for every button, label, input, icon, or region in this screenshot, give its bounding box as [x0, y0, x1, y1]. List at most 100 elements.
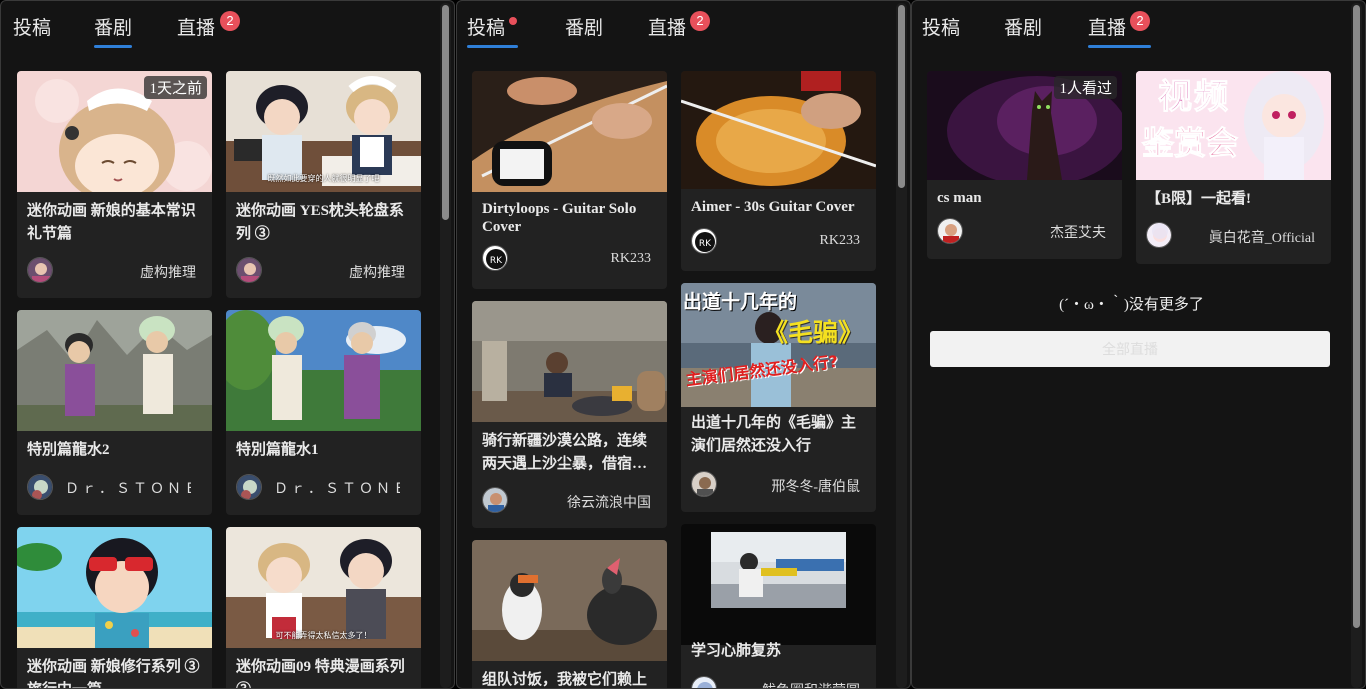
scrollbar-thumb[interactable] [898, 5, 905, 188]
scrollbar-thumb[interactable] [1353, 5, 1360, 628]
avatar [27, 257, 53, 283]
video-thumbnail [17, 527, 212, 648]
viewers-overlay: 1人看过 [1054, 76, 1117, 99]
video-subtitle: 可不能弄得太私信太多了！ [275, 631, 372, 640]
video-card[interactable]: 可不能弄得太私信太多了！ 迷你动画09 特典漫画系列 ③ [226, 527, 421, 688]
no-more-text: (´・ω・｀)没有更多了 [1059, 297, 1204, 313]
video-title: 特別篇龍水1 [236, 442, 319, 458]
scrollbar-thumb[interactable] [442, 5, 449, 220]
author-name: 眞白花音_Official [1208, 231, 1315, 246]
video-card[interactable]: 特別篇龍水2 Ｄｒ．ＳＴＯＮＥ（新 [17, 310, 212, 515]
tab-live[interactable]: 直播 2 [1088, 11, 1152, 49]
avatar: RK [691, 228, 717, 254]
panel-3: 投稿 番剧 直播 2 1人看过 cs man 杰歪艾夫 视频 鉴赏会 【B限】一… [911, 0, 1366, 689]
avatar [236, 257, 262, 283]
tab-submissions[interactable]: 投稿 [13, 13, 51, 49]
video-thumbnail [17, 310, 212, 431]
tab-label: 番剧 [565, 18, 604, 39]
avatar [937, 218, 963, 244]
tab-label: 番剧 [1004, 18, 1043, 39]
author-name: Ｄｒ．ＳＴＯＮＥ（新 [274, 482, 400, 497]
active-tab-indicator [467, 45, 519, 48]
avatar [691, 471, 717, 497]
notification-badge: 2 [1130, 11, 1150, 31]
thumbnail-caption: 鉴赏会 [1141, 124, 1239, 162]
video-title: 特別篇龍水2 [27, 442, 110, 458]
all-live-button[interactable]: 全部直播 [930, 331, 1330, 367]
tab-label: 投稿 [922, 18, 961, 39]
avatar [236, 474, 262, 500]
tab-label: 直播 [1088, 18, 1127, 39]
active-tab-indicator [1088, 45, 1152, 48]
live-title: 【B限】一起看! [1146, 191, 1252, 207]
video-thumbnail [681, 524, 876, 645]
panel-2: 投稿 番剧 直播 2 Dirtyloops - Guitar Solo Cover… [456, 0, 911, 689]
video-title: 迷你动画 新娘修行系列 ③ 旅行中一篇 [27, 659, 200, 688]
tab-submissions[interactable]: 投稿 [467, 13, 519, 49]
video-thumbnail [472, 540, 667, 661]
video-card[interactable]: 1天之前 迷你动画 新娘的基本常识礼节篇 虚构推理 [17, 71, 212, 298]
svg-text:RK: RK [699, 239, 712, 249]
video-card[interactable]: 组队讨饭，我被它们赖上 [472, 540, 667, 688]
active-tab-indicator [94, 45, 133, 48]
video-card[interactable]: 迷你动画 新娘修行系列 ③ 旅行中一篇 [17, 527, 212, 688]
thumbnail-caption: 《毛骗》 [763, 318, 864, 347]
tab-live[interactable]: 直播 2 [177, 11, 240, 49]
video-card[interactable]: 骑行新疆沙漠公路，连续两天遇上沙尘暴，借宿… 徐云流浪中国 [472, 301, 667, 528]
author-name: 鲅鱼圈和谐营圆 [762, 680, 860, 688]
video-thumbnail [681, 71, 876, 189]
author-name: 杰歪艾夫 [1050, 226, 1106, 241]
avatar [27, 474, 53, 500]
tab-submissions[interactable]: 投稿 [922, 13, 960, 49]
live-card[interactable]: 1人看过 cs man 杰歪艾夫 [927, 71, 1122, 259]
video-thumbnail: 可不能弄得太私信太多了！ [226, 527, 421, 648]
author-name: RK233 [819, 233, 860, 248]
author-name: Ｄｒ．ＳＴＯＮＥ（新 [65, 482, 191, 497]
video-card[interactable]: 特別篇龍水1 Ｄｒ．ＳＴＯＮＥ（新 [226, 310, 421, 515]
author-name: 邢冬冬-唐伯鼠 [771, 480, 860, 495]
scrollbar[interactable] [1351, 3, 1362, 688]
avatar [482, 487, 508, 513]
panel-1: 投稿 番剧 直播 2 1天之前 迷你动画 新娘的基本常识礼节篇 虚构推理 既然如… [0, 0, 455, 689]
tab-bangumi[interactable]: 番剧 [565, 13, 603, 49]
video-title: 组队讨饭，我被它们赖上 [482, 672, 648, 688]
live-thumbnail: 视频 鉴赏会 [1136, 71, 1331, 180]
video-title: 迷你动画09 特典漫画系列 ③ [236, 659, 405, 688]
video-title: 学习心肺复苏 [691, 643, 782, 659]
video-card[interactable]: Dirtyloops - Guitar Solo Cover RK RK233 [472, 71, 667, 289]
author-name: 虚构推理 [140, 266, 196, 281]
tab-bar: 投稿 番剧 直播 2 [457, 1, 897, 51]
video-thumbnail: 1天之前 [17, 71, 212, 192]
app-root: 投稿 番剧 直播 2 1天之前 迷你动画 新娘的基本常识礼节篇 虚构推理 既然如… [0, 0, 1366, 689]
thumbnail-caption: 视频 [1158, 77, 1230, 117]
author-name: 徐云流浪中国 [567, 496, 651, 511]
tab-bangumi[interactable]: 番剧 [1004, 13, 1042, 49]
avatar [691, 676, 717, 688]
video-card[interactable]: 既然如此要穿的人就很明显了吧 迷你动画 YES枕头轮盘系列 ③ 虚构推理 [226, 71, 421, 298]
unread-dot [509, 17, 517, 25]
live-card[interactable]: 视频 鉴赏会 【B限】一起看! 眞白花音_Official [1136, 71, 1331, 264]
scrollbar[interactable] [896, 3, 907, 688]
video-card[interactable]: 学习心肺复苏 鲅鱼圈和谐营圆 [681, 524, 876, 688]
live-thumbnail: 1人看过 [927, 71, 1122, 180]
video-card[interactable]: 出道十几年的 《毛骗》 主演们居然还没入行? 出道十几年的《毛骗》主演们居然还没… [681, 283, 876, 512]
time-overlay: 1天之前 [144, 76, 207, 99]
video-thumbnail [226, 310, 421, 431]
scrollbar[interactable] [440, 3, 451, 688]
tab-label: 投稿 [13, 18, 52, 39]
video-title: 迷你动画 YES枕头轮盘系列 ③ [236, 203, 404, 242]
avatar [1146, 222, 1172, 248]
video-title: Aimer - 30s Guitar Cover [691, 199, 855, 215]
tab-label: 投稿 [467, 18, 506, 39]
video-title: 迷你动画 新娘的基本常识礼节篇 [27, 203, 196, 242]
video-title: Dirtyloops - Guitar Solo Cover [482, 201, 637, 235]
video-title: 出道十几年的《毛骗》主演们居然还没入行 [691, 415, 857, 454]
notification-badge: 2 [690, 11, 710, 31]
tab-label: 番剧 [94, 18, 133, 39]
tab-label: 直播 [177, 18, 216, 39]
notification-badge: 2 [220, 11, 240, 31]
tab-live[interactable]: 直播 2 [648, 11, 710, 49]
video-card[interactable]: Aimer - 30s Guitar Cover RK RK233 [681, 71, 876, 271]
tab-bangumi[interactable]: 番剧 [94, 13, 133, 49]
avatar: RK [482, 245, 508, 271]
